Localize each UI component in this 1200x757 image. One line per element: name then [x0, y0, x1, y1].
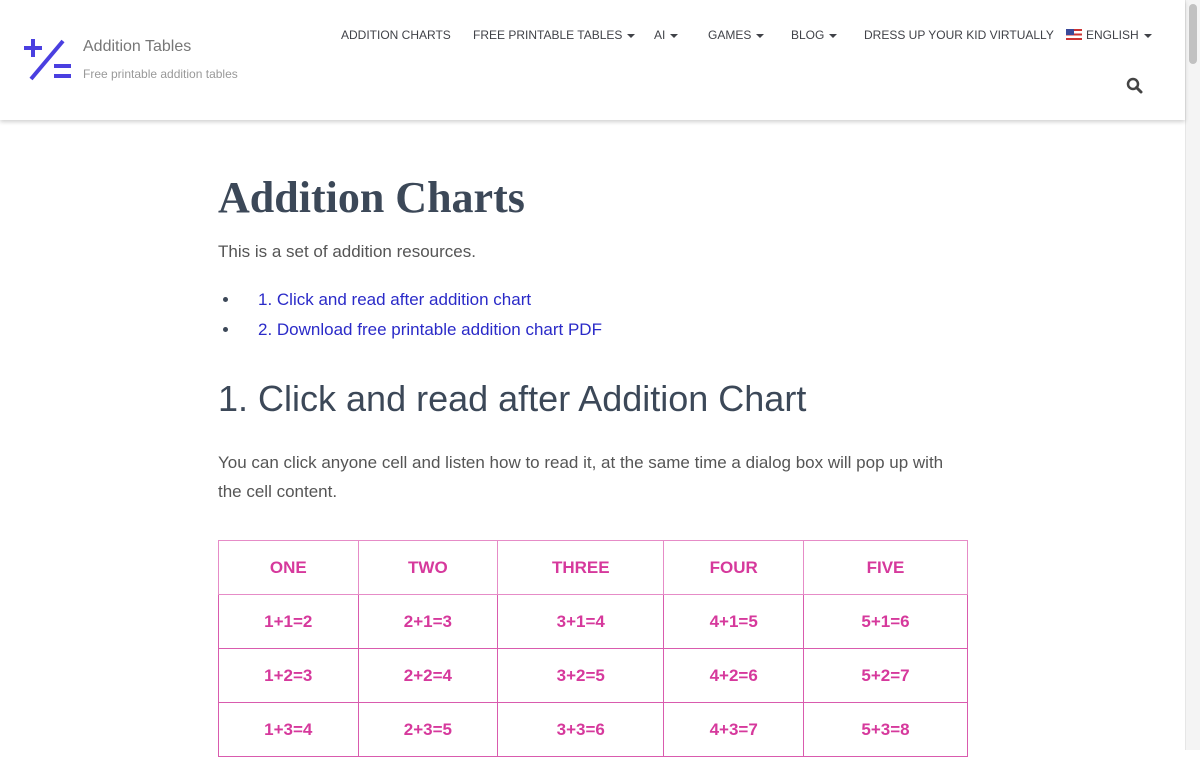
table-cell[interactable]: 5+1=6	[803, 594, 968, 649]
caret-down-icon	[756, 33, 765, 38]
table-row: 1+2=3 2+2=4 3+2=5 4+2=6 5+2=7	[218, 648, 968, 703]
section-text: You can click anyone cell and listen how…	[218, 453, 944, 501]
table-cell[interactable]: 3+1=4	[497, 594, 665, 649]
table-header-row: ONE TWO THREE FOUR FIVE	[218, 540, 968, 595]
table-cell[interactable]: 3+3=6	[497, 702, 665, 757]
section-title: 1. Click and read after Addition Chart	[218, 378, 807, 419]
table-cell[interactable]: 2+2=4	[357, 648, 499, 703]
table-cell[interactable]: 4+1=5	[663, 594, 804, 649]
nav-blog[interactable]: BLOG	[791, 28, 838, 42]
toc-item: 2. Download free printable addition char…	[240, 315, 602, 345]
column-header[interactable]: TWO	[357, 540, 499, 595]
intro-text: This is a set of addition resources.	[218, 242, 476, 261]
table-cell[interactable]: 2+1=3	[357, 594, 499, 649]
column-header[interactable]: FOUR	[663, 540, 804, 595]
toc-item: 1. Click and read after addition chart	[240, 285, 602, 315]
nav-language[interactable]: ENGLISH	[1066, 28, 1152, 42]
nav-label: ENGLISH	[1086, 28, 1139, 42]
nav-label: ADDITION CHARTS	[341, 28, 451, 42]
caret-down-icon	[829, 33, 838, 38]
search-icon[interactable]	[1126, 77, 1143, 94]
plus-minus-logo-icon[interactable]	[24, 38, 74, 82]
table-of-contents: 1. Click and read after addition chart 2…	[240, 285, 602, 345]
nav-ai[interactable]: AI	[654, 28, 679, 42]
nav-label: AI	[654, 28, 666, 42]
nav-label: FREE PRINTABLE TABLES	[473, 28, 623, 42]
nav-dress-up[interactable]: DRESS UP YOUR KID VIRTUALLY	[864, 28, 1054, 42]
caret-down-icon	[670, 33, 679, 38]
table-cell[interactable]: 1+3=4	[218, 702, 359, 757]
toc-link-download-pdf[interactable]: 2. Download free printable addition char…	[258, 320, 602, 339]
table-cell[interactable]: 4+3=7	[663, 702, 804, 757]
table-cell[interactable]: 3+2=5	[497, 648, 665, 703]
addition-chart-table: ONE TWO THREE FOUR FIVE 1+1=2 2+1=3 3+1=…	[218, 540, 968, 757]
scrollbar[interactable]	[1185, 0, 1200, 750]
nav-games[interactable]: GAMES	[708, 28, 765, 42]
table-cell[interactable]: 5+2=7	[803, 648, 968, 703]
site-title[interactable]: Addition Tables	[83, 38, 191, 56]
column-header[interactable]: ONE	[218, 540, 359, 595]
nav-free-printable-tables[interactable]: FREE PRINTABLE TABLES	[473, 28, 636, 42]
table-cell[interactable]: 1+1=2	[218, 594, 359, 649]
nav-label: BLOG	[791, 28, 825, 42]
nav-label: DRESS UP YOUR KID VIRTUALLY	[864, 28, 1054, 42]
site-tagline: Free printable addition tables	[83, 67, 238, 81]
column-header[interactable]: THREE	[497, 540, 665, 595]
toc-link-click-and-read[interactable]: 1. Click and read after addition chart	[258, 290, 531, 309]
table-cell[interactable]: 4+2=6	[663, 648, 804, 703]
page-title: Addition Charts	[218, 173, 525, 222]
nav-label: GAMES	[708, 28, 752, 42]
table-row: 1+1=2 2+1=3 3+1=4 4+1=5 5+1=6	[218, 594, 968, 649]
us-flag-icon	[1066, 29, 1082, 40]
nav-addition-charts[interactable]: ADDITION CHARTS	[341, 28, 451, 42]
column-header[interactable]: FIVE	[803, 540, 968, 595]
table-cell[interactable]: 5+3=8	[803, 702, 968, 757]
table-row: 1+3=4 2+3=5 3+3=6 4+3=7 5+3=8	[218, 702, 968, 757]
caret-down-icon	[1143, 33, 1152, 38]
scrollbar-thumb[interactable]	[1189, 4, 1197, 64]
caret-down-icon	[627, 33, 636, 38]
site-header: Addition Tables Free printable addition …	[0, 0, 1185, 120]
table-cell[interactable]: 2+3=5	[357, 702, 499, 757]
table-cell[interactable]: 1+2=3	[218, 648, 359, 703]
